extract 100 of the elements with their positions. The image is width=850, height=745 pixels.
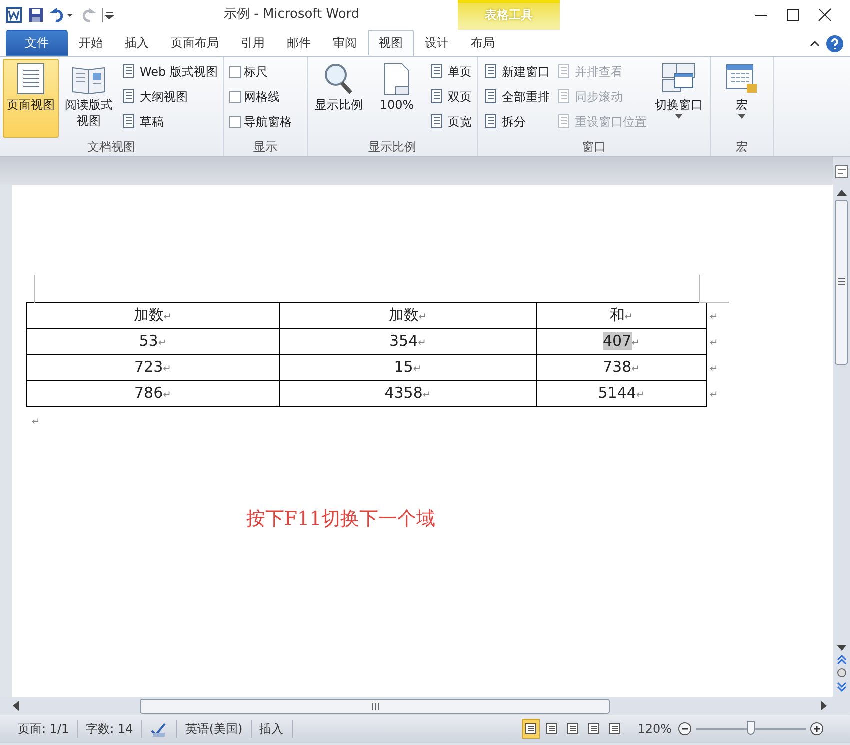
checkbox[interactable]: 导航窗格 [226,111,294,133]
window-title: 示例 - Microsoft Word [224,6,360,24]
group-label: 宏 [734,139,749,156]
view-button[interactable] [522,719,540,739]
ribbon-button[interactable]: 双页 [426,86,474,108]
crop-mark [34,275,36,303]
collapse-ribbon-icon[interactable] [810,39,820,49]
crop-mark [699,275,729,303]
table-cell: 5144↵ [536,380,706,406]
browse-object-icon[interactable] [836,668,846,678]
paragraph-mark: ↵ [32,416,40,430]
ribbon-button[interactable]: 阅读版式视图 [61,59,117,138]
instruction-text: 按下F11切换下一个域 [246,508,436,530]
page-icon [588,723,600,735]
ribbon-tab[interactable]: 开始 [68,30,114,56]
ribbon-button[interactable]: 草稿 [119,111,220,133]
ribbon-tab[interactable]: 审阅 [322,30,368,56]
ribbon-button[interactable]: 显示比例 [310,59,367,138]
next-page-icon[interactable] [836,681,846,693]
table-cell: 15↵ [280,354,536,380]
ribbon-tab[interactable]: 视图 [368,30,414,56]
close-icon[interactable] [818,8,832,22]
ribbon-tab[interactable]: 布局 [460,30,506,56]
ribbon-button[interactable]: 切换窗口 [650,59,707,138]
ribbon-button[interactable]: Web 版式视图 [119,61,220,83]
group-label: 文档视图 [86,139,136,156]
document-icon [428,114,445,130]
document-icon [121,64,137,80]
ribbon-tab[interactable]: 引用 [230,30,276,56]
paragraph-mark: ↵ [710,390,718,402]
maximize-icon[interactable] [786,8,800,22]
document-icon [482,114,499,130]
word-count: 字数: 14 [78,720,142,738]
table-cell: 786↵ [26,380,280,406]
page-icon [546,723,558,735]
scroll-thumb[interactable] [835,200,848,365]
ribbon-button[interactable]: 新建窗口 [480,61,552,83]
table-cell: 738↵ [536,354,706,380]
ribbon-tab[interactable]: 文件 [6,30,68,56]
table-cell: 53↵ [26,328,280,354]
ribbon-button[interactable]: 大纲视图 [119,86,220,108]
insert-mode-label[interactable]: 插入 [260,722,284,736]
previous-page-icon[interactable] [836,655,846,665]
help-icon[interactable] [826,35,844,53]
table-cell: 723↵ [26,354,280,380]
ribbon-button[interactable]: 页宽 [426,111,474,133]
undo-icon[interactable] [50,7,74,23]
zoom-in-icon[interactable] [810,722,824,736]
page-icon [608,723,621,735]
document-icon [121,89,137,105]
ribbon-button[interactable]: 全部重排 [480,86,552,108]
checkbox[interactable]: 标尺 [226,61,294,83]
document-icon [556,64,572,80]
ribbon-button[interactable]: 页面视图 [3,59,59,138]
customize-menu-icon[interactable] [102,7,114,23]
table-cell: 加数↵ [26,302,280,328]
ribbon-tab[interactable]: 邮件 [276,30,322,56]
checkbox[interactable]: 网格线 [226,86,294,108]
paragraph-mark: ↵ [710,312,718,324]
paragraph-mark: ↵ [710,364,718,376]
document-icon [482,64,499,80]
ribbon-button[interactable]: 拆分 [480,111,552,133]
document-icon [428,64,445,80]
zoom-slider-thumb[interactable] [747,721,755,735]
scroll-left-icon[interactable] [12,701,20,711]
redo-icon [80,7,96,23]
ribbon-tab[interactable]: 插入 [114,30,160,56]
page-icon [566,723,579,735]
page-icon [524,723,537,735]
ribbon-tab[interactable]: 设计 [414,30,460,56]
ribbon-button[interactable]: 宏 [714,59,770,138]
page-count: 页面: 1/1 [10,720,78,738]
ribbon-tab[interactable]: 页面布局 [160,30,230,56]
ruler-toggle-icon[interactable] [834,165,848,179]
spell-check-icon[interactable] [150,722,168,738]
document-icon [482,89,499,105]
paragraph-mark: ↵ [710,338,718,350]
document-icon [556,89,572,105]
word-logo-icon[interactable] [6,7,22,23]
document-icon [121,114,137,130]
table-cell: 354↵ [280,328,536,354]
table-cell: 407↵ [536,328,706,354]
document-icon [556,114,572,130]
document-icon [428,89,445,105]
ribbon-button[interactable]: 100% [368,59,425,138]
table-cell: 和↵ [536,302,706,328]
scroll-right-icon[interactable] [820,701,828,711]
zoom-level-label[interactable]: 120% [638,720,672,738]
ribbon-button[interactable]: 单页 [426,61,474,83]
table-cell: 4358↵ [280,380,536,406]
group-label: 显示 [252,139,278,156]
language-label[interactable]: 英语(美国) [185,722,243,736]
context-tab-group-title: 表格工具 [484,7,534,24]
scroll-down-icon[interactable] [836,644,846,652]
save-icon[interactable] [28,7,44,23]
scroll-thumb[interactable] [140,698,610,714]
scroll-up-icon[interactable] [836,189,846,197]
table-cell: 加数↵ [280,302,536,328]
group-label: 窗口 [580,139,607,156]
zoom-out-icon[interactable] [678,722,692,736]
